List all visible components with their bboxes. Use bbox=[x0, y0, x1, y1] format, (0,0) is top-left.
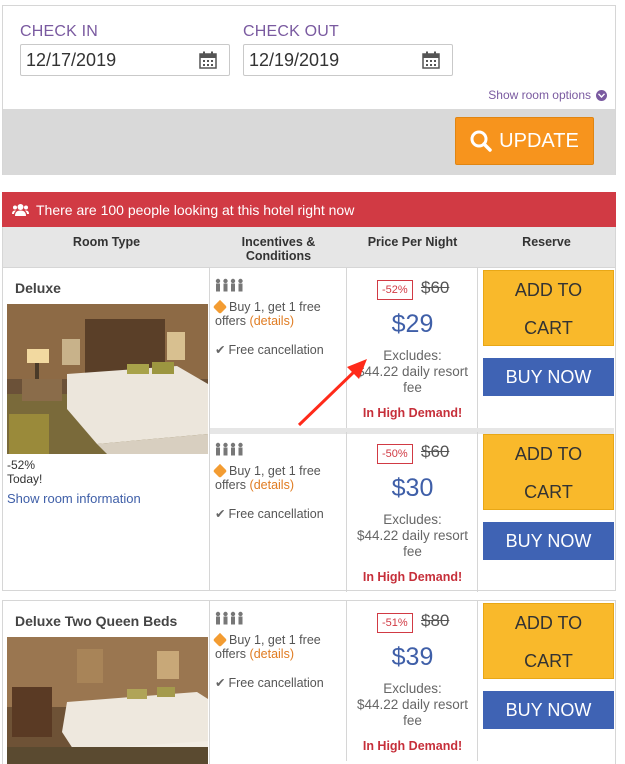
add-to-cart-line1: ADD TO bbox=[514, 444, 583, 464]
add-to-cart-button[interactable]: ADD TO CART bbox=[483, 603, 614, 679]
current-price: $39 bbox=[391, 643, 434, 671]
room-name: Deluxe Two Queen Beds bbox=[15, 613, 178, 629]
search-panel: CHECK IN 12/17/2019 CHECK OUT 12/19/2019… bbox=[2, 5, 616, 175]
offer-text: Buy 1, get 1 free offers (details) bbox=[212, 299, 343, 328]
calendar-icon[interactable] bbox=[199, 51, 217, 69]
add-to-cart-line1: ADD TO bbox=[514, 613, 583, 633]
check-out-label: CHECK OUT bbox=[243, 23, 340, 40]
people-icon bbox=[215, 611, 243, 625]
update-bar: UPDATE bbox=[3, 109, 615, 175]
cancellation-label: Free cancellation bbox=[228, 507, 324, 521]
excludes-line: fee bbox=[403, 544, 422, 559]
details-link[interactable]: (details) bbox=[250, 478, 294, 492]
incentives-cell: Buy 1, get 1 free offers (details) ✔ Free… bbox=[210, 432, 347, 592]
details-link[interactable]: (details) bbox=[250, 314, 294, 328]
room-info: Deluxe -52% Today! Show room information bbox=[3, 268, 210, 590]
current-price: $30 bbox=[391, 474, 434, 502]
rates-table-header: Room Type Incentives & Conditions Price … bbox=[2, 227, 616, 267]
excludes-line: $44.22 daily resort bbox=[356, 528, 469, 543]
price-cell: -50% $60 $30 Excludes: $44.22 daily reso… bbox=[347, 432, 478, 592]
chevron-down-icon bbox=[596, 89, 607, 101]
excludes-note: Excludes: $44.22 daily resort fee bbox=[347, 512, 478, 560]
header-room-type: Room Type bbox=[72, 235, 141, 249]
check-icon: ✔ bbox=[215, 507, 226, 521]
discount-badge: -51% bbox=[377, 613, 413, 633]
room-today: Today! bbox=[7, 472, 43, 486]
excludes-line: Excludes: bbox=[383, 681, 442, 696]
offer-text: Buy 1, get 1 free offers (details) bbox=[212, 632, 343, 661]
update-label: UPDATE bbox=[499, 129, 579, 152]
buy-now-button[interactable]: BUY NOW bbox=[483, 691, 614, 729]
free-cancellation: ✔ Free cancellation bbox=[215, 675, 324, 690]
tag-icon bbox=[212, 632, 228, 648]
room-photo[interactable] bbox=[7, 637, 208, 764]
rate-row: Buy 1, get 1 free offers (details) ✔ Free… bbox=[210, 601, 615, 761]
price-cell: -51% $80 $39 Excludes: $44.22 daily reso… bbox=[347, 601, 478, 761]
discount-badge: -52% bbox=[377, 280, 413, 300]
buy-now-button[interactable]: BUY NOW bbox=[483, 358, 614, 396]
room-discount: -52% bbox=[7, 458, 36, 472]
add-to-cart-line2: CART bbox=[524, 318, 573, 338]
room-name: Deluxe bbox=[15, 280, 61, 296]
add-to-cart-button[interactable]: ADD TO CART bbox=[483, 434, 614, 510]
excludes-line: fee bbox=[403, 713, 422, 728]
people-icon bbox=[12, 203, 29, 216]
show-room-options-link[interactable]: Show room options bbox=[488, 88, 607, 102]
reserve-cell: ADD TO CART BUY NOW bbox=[478, 268, 615, 428]
room-card: Deluxe Two Queen Beds Buy 1, get 1 free … bbox=[2, 600, 616, 764]
alert-text: There are 100 people looking at this hot… bbox=[36, 201, 355, 218]
show-room-information-link[interactable]: Show room information bbox=[7, 491, 141, 506]
check-in-field[interactable]: 12/17/2019 bbox=[20, 44, 230, 76]
add-to-cart-line2: CART bbox=[524, 651, 573, 671]
free-cancellation: ✔ Free cancellation bbox=[215, 506, 324, 521]
check-out-value: 12/19/2019 bbox=[249, 50, 340, 70]
check-out-field[interactable]: 12/19/2019 bbox=[243, 44, 453, 76]
incentives-cell: Buy 1, get 1 free offers (details) ✔ Free… bbox=[210, 601, 347, 761]
high-demand-label: In High Demand! bbox=[362, 570, 463, 584]
header-price: Price Per Night bbox=[367, 235, 458, 249]
buy-now-button[interactable]: BUY NOW bbox=[483, 522, 614, 560]
add-to-cart-line2: CART bbox=[524, 482, 573, 502]
cancellation-label: Free cancellation bbox=[228, 676, 324, 690]
reserve-cell: ADD TO CART BUY NOW bbox=[478, 432, 615, 592]
tag-icon bbox=[212, 299, 228, 315]
header-incentives-line2: Conditions bbox=[245, 249, 312, 263]
discount-badge: -50% bbox=[377, 444, 413, 464]
excludes-line: Excludes: bbox=[383, 512, 442, 527]
rate-row: Buy 1, get 1 free offers (details) ✔ Free… bbox=[210, 268, 615, 428]
header-incentives-line1: Incentives & bbox=[241, 235, 316, 249]
check-icon: ✔ bbox=[215, 343, 226, 357]
header-incentives: Incentives & Conditions bbox=[210, 235, 347, 263]
reserve-cell: ADD TO CART BUY NOW bbox=[478, 601, 615, 761]
old-price: $80 bbox=[421, 611, 450, 630]
tag-icon bbox=[212, 463, 228, 479]
calendar-icon[interactable] bbox=[422, 51, 440, 69]
rate-row: Buy 1, get 1 free offers (details) ✔ Free… bbox=[210, 432, 615, 592]
excludes-note: Excludes: $44.22 daily resort fee bbox=[347, 681, 478, 729]
add-to-cart-button[interactable]: ADD TO CART bbox=[483, 270, 614, 346]
current-price: $29 bbox=[391, 310, 434, 338]
check-in-value: 12/17/2019 bbox=[26, 50, 117, 70]
details-link[interactable]: (details) bbox=[250, 647, 294, 661]
offer-text: Buy 1, get 1 free offers (details) bbox=[212, 463, 343, 492]
excludes-line: $44.22 daily resort bbox=[356, 697, 469, 712]
people-icon bbox=[215, 442, 243, 456]
high-demand-label: In High Demand! bbox=[362, 739, 463, 753]
update-button[interactable]: UPDATE bbox=[455, 117, 594, 165]
search-icon bbox=[470, 130, 492, 152]
old-price: $60 bbox=[421, 442, 450, 461]
annotation-arrow bbox=[297, 359, 367, 427]
add-to-cart-line1: ADD TO bbox=[514, 280, 583, 300]
check-icon: ✔ bbox=[215, 676, 226, 690]
check-in-label: CHECK IN bbox=[20, 23, 99, 40]
old-price: $60 bbox=[421, 278, 450, 297]
viewers-alert: There are 100 people looking at this hot… bbox=[2, 192, 616, 227]
room-options-label: Show room options bbox=[488, 88, 591, 102]
people-icon bbox=[215, 278, 243, 292]
room-photo[interactable] bbox=[7, 304, 208, 454]
room-info: Deluxe Two Queen Beds bbox=[3, 601, 210, 764]
header-reserve: Reserve bbox=[522, 235, 571, 249]
